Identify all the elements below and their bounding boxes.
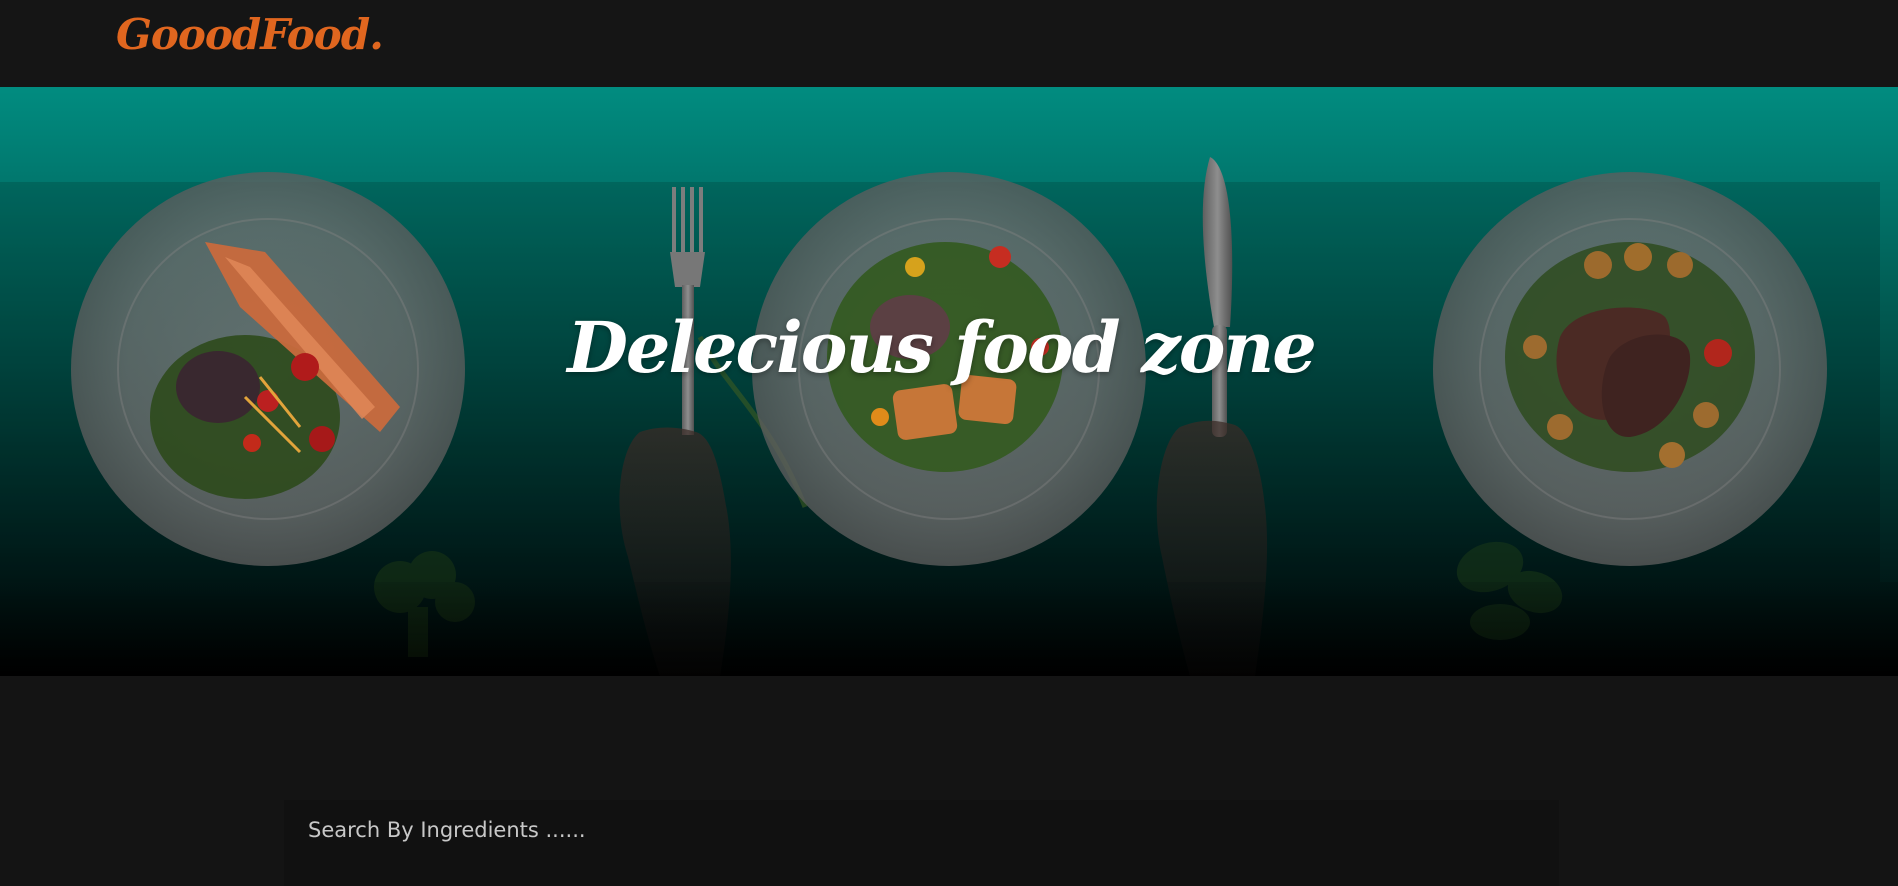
top-nav-bar: GooodFood. bbox=[0, 0, 1898, 87]
hero-banner: Delecious food zone bbox=[0, 87, 1898, 676]
knife-icon bbox=[1202, 157, 1233, 437]
brand-logo[interactable]: GooodFood. bbox=[116, 10, 384, 59]
hero-title: Delecious food zone bbox=[567, 306, 1317, 389]
search-container bbox=[284, 800, 1559, 886]
search-input[interactable] bbox=[284, 800, 1559, 860]
hero-bottom-shade bbox=[0, 582, 1898, 676]
